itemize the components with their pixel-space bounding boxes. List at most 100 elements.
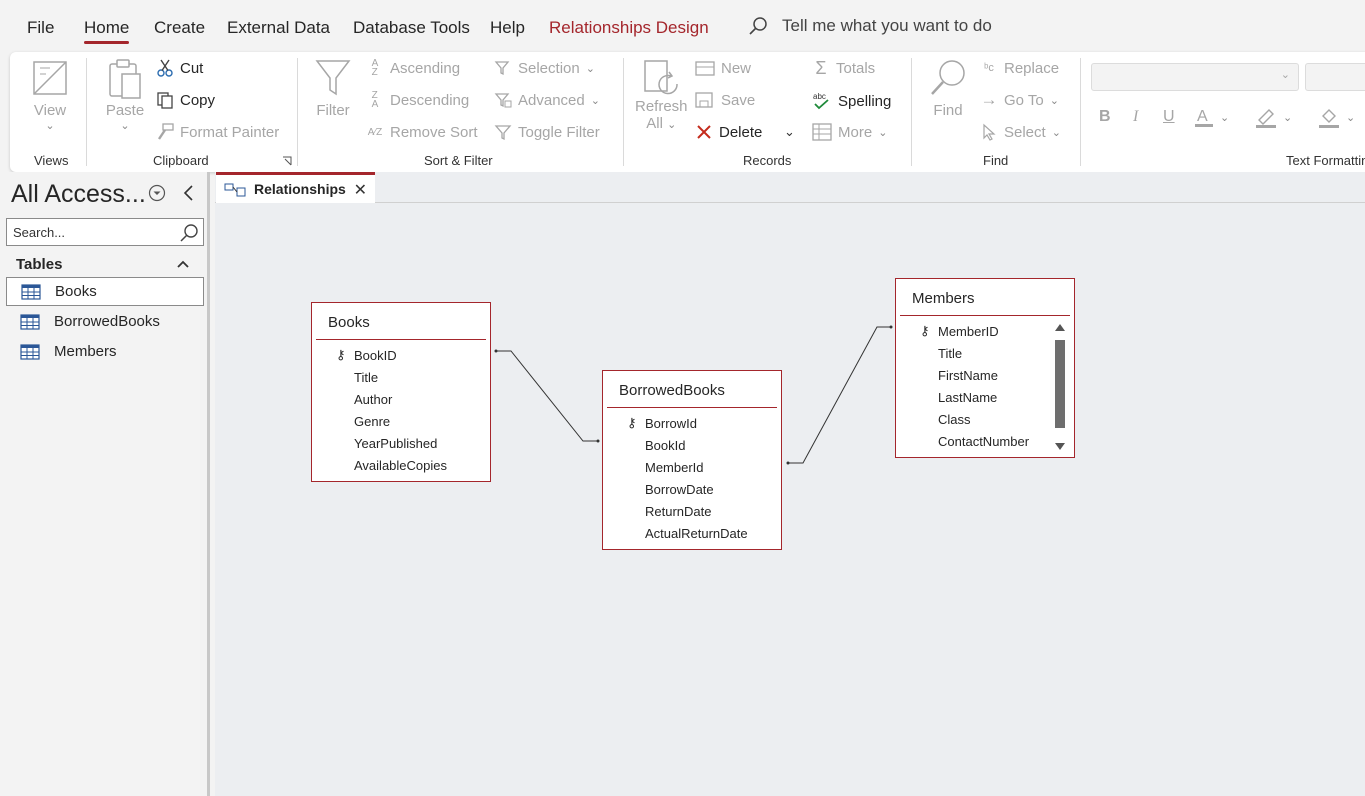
menu-home[interactable]: Home xyxy=(84,18,130,44)
save-record-button[interactable]: Save xyxy=(695,91,755,109)
fill-color-button[interactable]: ⌄ xyxy=(1318,106,1355,128)
highlight-button[interactable]: ⌄ xyxy=(1255,106,1292,128)
menu-relationships-design[interactable]: Relationships Design xyxy=(549,18,709,38)
menu-database-tools[interactable]: Database Tools xyxy=(353,18,470,38)
nav-item-borrowedbooks[interactable]: BorrowedBooks xyxy=(6,307,204,336)
field-row[interactable]: ReturnDate xyxy=(603,500,781,522)
find-button[interactable]: Find xyxy=(928,58,968,119)
tell-me-box[interactable]: Tell me what you want to do xyxy=(748,16,992,36)
dialog-launcher-icon[interactable] xyxy=(282,156,292,166)
italic-button[interactable]: I xyxy=(1133,108,1138,126)
field-row[interactable]: YearPublished xyxy=(312,432,490,454)
nav-item-books[interactable]: Books xyxy=(6,277,204,306)
nav-search-input[interactable] xyxy=(7,219,172,245)
collapse-pane-icon[interactable] xyxy=(182,184,196,202)
menu-help[interactable]: Help xyxy=(490,18,525,38)
menu-file[interactable]: File xyxy=(27,18,54,38)
chevron-down-icon: ⌄ xyxy=(667,119,677,131)
ribbon-separator xyxy=(1080,58,1081,166)
field-row[interactable]: ⚷ MemberID xyxy=(896,320,1074,342)
filter-button[interactable]: Filter xyxy=(314,58,352,119)
spelling-button[interactable]: abc Spelling xyxy=(812,91,891,111)
highlighter-icon xyxy=(1256,109,1276,128)
close-icon[interactable]: ✕ xyxy=(354,180,367,200)
scrollbar-thumb[interactable] xyxy=(1055,340,1065,428)
toggle-filter-button[interactable]: Toggle Filter xyxy=(494,123,600,141)
cut-button[interactable]: Cut xyxy=(156,59,203,77)
field-row[interactable]: ⚷ BorrowId xyxy=(603,412,781,434)
remove-sort-label: Remove Sort xyxy=(390,123,478,141)
nav-pane-title[interactable]: All Access... xyxy=(11,180,146,209)
format-painter-button[interactable]: Format Painter xyxy=(156,123,279,141)
refresh-all-button[interactable]: Refresh All ⌄ xyxy=(635,58,688,132)
new-record-button[interactable]: New xyxy=(695,59,751,77)
menu-external-data[interactable]: External Data xyxy=(227,18,330,38)
chevron-down-icon: ⌄ xyxy=(585,62,595,75)
field-name: ReturnDate xyxy=(645,503,712,519)
remove-sort-button[interactable]: A⁄Z Remove Sort xyxy=(366,123,478,141)
delete-dropdown-icon[interactable]: ⌄ xyxy=(784,124,795,140)
view-button[interactable]: View ⌄ xyxy=(30,58,70,132)
font-size-dropdown[interactable] xyxy=(1305,63,1365,91)
cursor-icon xyxy=(983,123,996,141)
scroll-up-arrow-icon[interactable] xyxy=(1054,322,1066,332)
field-name: BorrowId xyxy=(645,415,698,431)
table-books[interactable]: Books ⚷ BookID Title Author Genre YearPub… xyxy=(311,302,491,482)
nav-item-members[interactable]: Members xyxy=(6,337,204,366)
format-painter-label: Format Painter xyxy=(180,123,280,141)
nav-section-tables[interactable]: Tables xyxy=(16,256,196,273)
field-row[interactable]: MemberId xyxy=(603,456,781,478)
table-borrowedbooks[interactable]: BorrowedBooks ⚷ BorrowId BookId MemberId … xyxy=(602,370,782,550)
table-icon xyxy=(21,283,41,300)
scroll-down-arrow-icon[interactable] xyxy=(1054,442,1066,452)
select-button[interactable]: Select ⌄ xyxy=(980,123,1061,141)
table-members[interactable]: Members ⚷ MemberID Title FirstName LastNa… xyxy=(895,278,1075,458)
copy-button[interactable]: Copy xyxy=(156,91,215,109)
ascending-label: Ascending xyxy=(390,59,461,77)
totals-button[interactable]: Σ Totals xyxy=(812,58,876,78)
field-row[interactable]: Class xyxy=(896,408,1074,430)
field-row[interactable]: FirstName xyxy=(896,364,1074,386)
relationship-line-borrowed-members xyxy=(788,326,891,464)
ascending-button[interactable]: AZ Ascending xyxy=(366,59,461,78)
field-row[interactable]: BookId xyxy=(603,434,781,456)
relationship-lines xyxy=(494,325,893,465)
field-row[interactable]: Title xyxy=(896,342,1074,364)
field-name: AvailableCopies xyxy=(354,457,447,473)
go-to-button[interactable]: → Go To ⌄ xyxy=(980,90,1059,109)
bold-button[interactable]: B xyxy=(1099,108,1111,126)
totals-label: Totals xyxy=(836,59,876,77)
field-row[interactable]: Author xyxy=(312,388,490,410)
save-icon xyxy=(695,92,713,108)
tab-relationships[interactable]: Relationships ✕ xyxy=(216,172,375,203)
relationships-icon xyxy=(224,183,246,197)
field-row[interactable]: ⚷ BookID xyxy=(312,344,490,366)
field-row[interactable]: ContactNumber xyxy=(896,430,1074,452)
vertical-scrollbar[interactable] xyxy=(1054,322,1066,452)
relationships-canvas: Books ⚷ BookID Title Author Genre YearPub… xyxy=(215,203,1365,796)
search-icon[interactable] xyxy=(179,223,199,243)
menu-create[interactable]: Create xyxy=(154,18,205,38)
nav-menu-dropdown-icon[interactable] xyxy=(148,184,166,202)
field-row[interactable]: AvailableCopies xyxy=(312,454,490,476)
selection-button[interactable]: Selection ⌄ xyxy=(494,59,595,77)
more-button[interactable]: More ⌄ xyxy=(812,123,887,141)
underline-button[interactable]: U xyxy=(1163,108,1175,126)
advanced-button[interactable]: Advanced ⌄ xyxy=(494,91,600,109)
field-row[interactable]: ActualReturnDate xyxy=(603,522,781,544)
field-row[interactable]: BorrowDate xyxy=(603,478,781,500)
scissors-icon xyxy=(157,59,173,77)
delete-button[interactable]: Delete xyxy=(695,123,762,141)
table-title: BorrowedBooks xyxy=(619,381,725,399)
go-to-label: Go To xyxy=(1004,91,1044,109)
paste-button[interactable]: Paste ⌄ xyxy=(105,58,145,132)
replace-button[interactable]: ᵇc Replace xyxy=(980,59,1059,77)
font-color-button[interactable]: A ⌄ xyxy=(1194,106,1229,128)
field-row[interactable]: LastName xyxy=(896,386,1074,408)
field-row[interactable]: Title xyxy=(312,366,490,388)
tell-me-text: Tell me what you want to do xyxy=(782,16,992,35)
refresh-label: Refresh xyxy=(635,98,688,115)
font-name-dropdown[interactable]: ⌄ xyxy=(1091,63,1299,91)
field-row[interactable]: Genre xyxy=(312,410,490,432)
descending-button[interactable]: ZA Descending xyxy=(366,91,470,110)
